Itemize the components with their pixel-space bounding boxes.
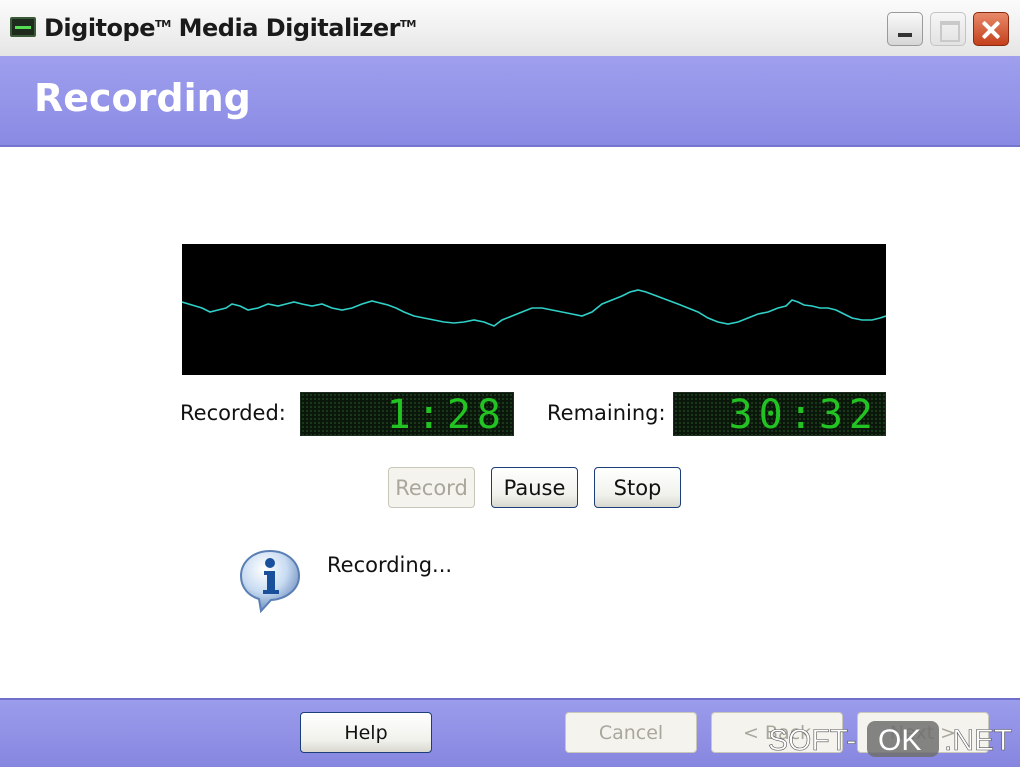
remaining-counter-value: 30:32: [728, 392, 879, 436]
remaining-counter: 30:32: [673, 392, 886, 436]
pause-button[interactable]: Pause: [491, 467, 578, 508]
help-button[interactable]: Help: [300, 712, 432, 753]
status-message: Recording...: [327, 553, 453, 577]
title-tm-mark-2: TM: [400, 19, 416, 30]
record-button[interactable]: Record: [388, 467, 475, 508]
title-bar[interactable]: DigitopeTM Media DigitalizerTM: [0, 0, 1020, 57]
title-product: Media Digitalizer: [170, 14, 401, 42]
header-band: Recording: [0, 56, 1020, 147]
maximize-icon: [930, 12, 966, 46]
watermark: SOFT- OK .NET: [768, 721, 1012, 757]
watermark-part2: OK: [878, 724, 921, 757]
stop-button[interactable]: Stop: [594, 467, 681, 508]
close-icon[interactable]: [973, 12, 1009, 46]
watermark-part3: .NET: [944, 724, 1012, 757]
waveform-graph: [182, 289, 886, 327]
window-title: DigitopeTM Media DigitalizerTM: [44, 14, 416, 42]
title-tm-mark: TM: [154, 19, 171, 30]
recorded-counter: 1:28: [300, 392, 514, 436]
recorded-counter-value: 1:28: [386, 392, 507, 436]
page-title: Recording: [34, 76, 251, 120]
watermark-part1: SOFT-: [768, 724, 856, 757]
minimize-icon[interactable]: [887, 12, 923, 46]
recorded-label: Recorded:: [180, 401, 286, 425]
title-brand: Digitope: [44, 14, 155, 42]
app-icon: [10, 17, 36, 37]
media-digitalizer-window: DigitopeTM Media DigitalizerTM Recording…: [0, 0, 1020, 767]
remaining-label: Remaining:: [547, 401, 666, 425]
info-icon: [239, 549, 301, 614]
waveform-line: [182, 289, 886, 327]
waveform-display: [182, 244, 886, 375]
cancel-button[interactable]: Cancel: [565, 712, 697, 753]
